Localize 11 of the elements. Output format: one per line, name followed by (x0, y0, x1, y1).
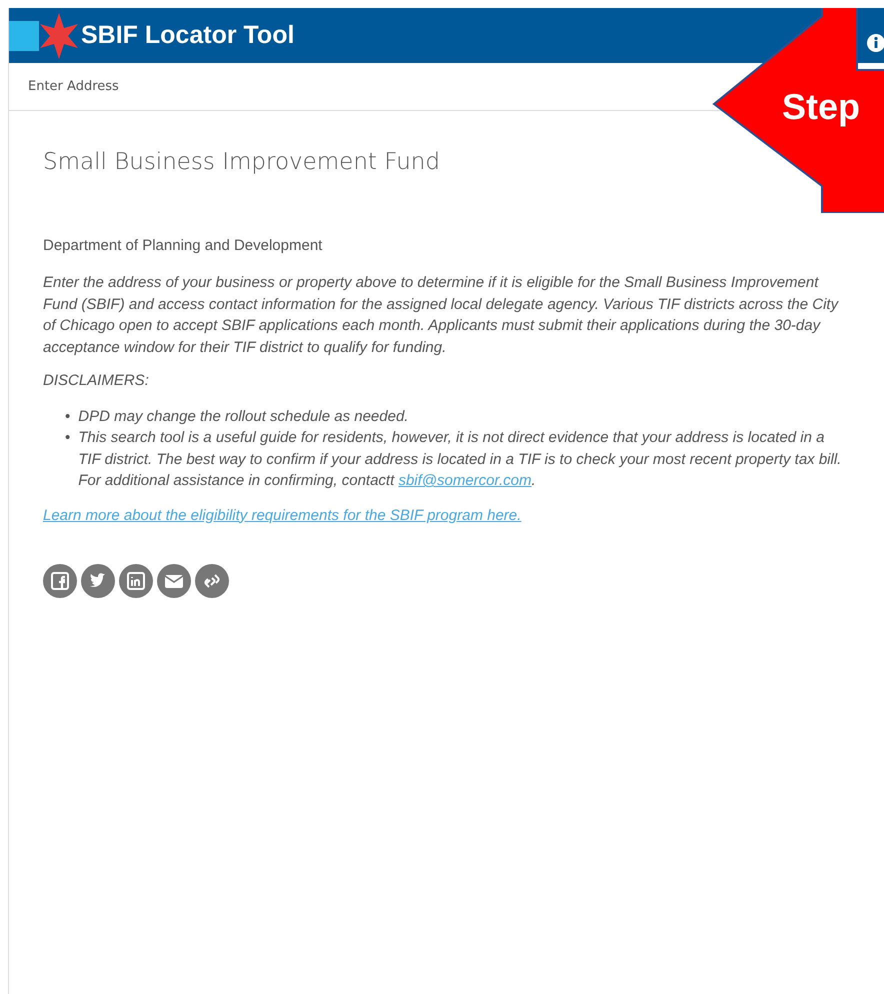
bullet-marker: • (65, 428, 70, 448)
eligibility-link[interactable]: Learn more about the eligibility requirements for the SBIF program here. (43, 506, 522, 524)
department-subtitle: Department of Planning and Development (43, 236, 324, 256)
app-title: SBIF Locator Tool (81, 20, 294, 51)
page-title: Small Business Improvement Fund (43, 149, 441, 177)
disclaimer-item: DPD may change the rollout schedule as needed. (78, 406, 408, 427)
disclaimers-heading: DISCLAIMERS: (43, 371, 150, 392)
bullet-marker: • (65, 406, 70, 427)
email-link[interactable]: sbif@somercor.com (398, 472, 532, 490)
disclaimer-item: This search tool is a useful guide for residents, however, it is not direct evidence that your address is located in a TIF district. The best way to confirm if your address is located in a TIF is to check your most recent property tax bill. For additional assistance in confirming, contactt sbif@somercor.com. (78, 428, 842, 492)
intro-paragraph: Enter the address of your business or property above to determine if it is eligible for the Small Business Improvement Fund (SBIF) and access contact information for the assigned local delegate agency. Various TIF districts across the City of Chicago open to accept SBIF applications each month. Applicants must submit their applications during the 30-day acceptance window for their TIF district to qualify for funding. (43, 273, 840, 358)
